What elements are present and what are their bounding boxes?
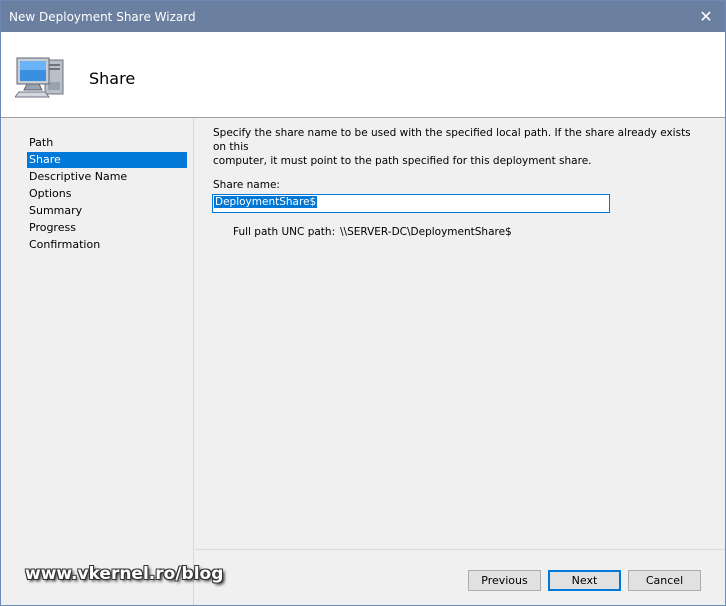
window-title: New Deployment Share Wizard bbox=[9, 10, 196, 24]
footer-divider bbox=[195, 549, 725, 550]
instructions: Specify the share name to be used with t… bbox=[213, 126, 693, 168]
cancel-button[interactable]: Cancel bbox=[628, 570, 701, 591]
step-summary: Summary bbox=[29, 204, 83, 217]
share-name-input[interactable]: DeploymentShare$ bbox=[212, 194, 610, 213]
close-icon[interactable]: ✕ bbox=[687, 1, 725, 32]
share-name-value: DeploymentShare$ bbox=[214, 196, 318, 208]
wizard-content: Specify the share name to be used with t… bbox=[195, 118, 725, 548]
instructions-line-2: computer, it must point to the path spec… bbox=[213, 155, 592, 167]
step-path: Path bbox=[29, 136, 54, 149]
step-share: Share bbox=[27, 152, 187, 168]
wizard-window: New Deployment Share Wizard ✕ Share Path… bbox=[0, 0, 726, 606]
share-name-label: Share name: bbox=[213, 179, 280, 191]
page-heading: Share bbox=[89, 69, 136, 88]
wizard-header: Share bbox=[1, 32, 725, 118]
unc-path-label: Full path UNC path: bbox=[233, 226, 336, 238]
unc-path-value: \\SERVER-DC\DeploymentShare$ bbox=[340, 226, 512, 238]
step-progress: Progress bbox=[29, 221, 76, 234]
instructions-line-1: Specify the share name to be used with t… bbox=[213, 127, 691, 153]
next-button[interactable]: Next bbox=[548, 570, 621, 591]
step-confirmation: Confirmation bbox=[29, 238, 101, 251]
step-descriptive-name: Descriptive Name bbox=[29, 170, 128, 183]
wizard-steps: Path Share Descriptive Name Options Summ… bbox=[1, 118, 194, 605]
previous-button[interactable]: Previous bbox=[468, 570, 541, 591]
step-options: Options bbox=[29, 187, 72, 200]
watermark-text: www.vkernel.ro/blog bbox=[25, 564, 224, 584]
title-bar: New Deployment Share Wizard ✕ bbox=[1, 1, 725, 32]
computer-icon bbox=[15, 57, 64, 98]
